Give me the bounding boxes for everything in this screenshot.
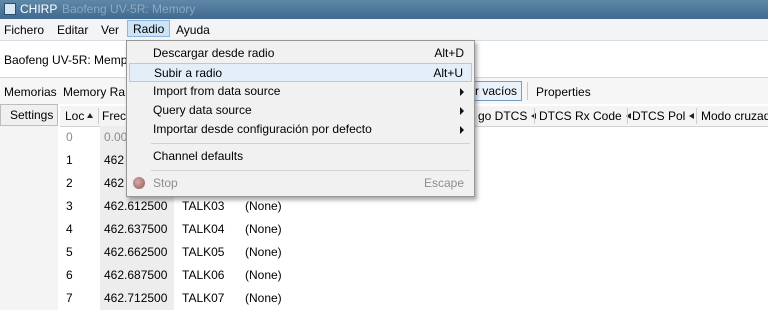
menu-item-label: Subir a radio bbox=[154, 66, 223, 80]
col-dtcs-rx-code[interactable]: DTCS Rx Code bbox=[539, 109, 631, 123]
menu-separator bbox=[151, 170, 470, 171]
menu-item-subir-a-radio[interactable]: Subir a radio Alt+U bbox=[129, 63, 472, 82]
menu-item-shortcut: Escape bbox=[423, 176, 464, 190]
col-loc[interactable]: Loc bbox=[65, 109, 94, 123]
cell-freq[interactable]: 0.00 bbox=[104, 130, 127, 144]
cell-loc: 2 bbox=[66, 176, 73, 190]
cell-loc: 5 bbox=[66, 245, 73, 259]
col-codigo-dtcs[interactable]: go DTCS bbox=[478, 109, 537, 123]
col-modo-cruzado[interactable]: Modo cruzado bbox=[701, 109, 768, 123]
menu-fichero[interactable]: Fichero bbox=[4, 23, 44, 37]
show-empty-button[interactable]: r vacíos bbox=[470, 81, 523, 101]
submenu-arrow-icon bbox=[460, 126, 464, 134]
cell-freq[interactable]: 462 bbox=[104, 153, 124, 167]
table-row[interactable]: 4 462.637500 TALK04 (None) bbox=[60, 218, 768, 241]
cell-tone[interactable]: (None) bbox=[245, 199, 282, 213]
col-codigo-dtcs-label: go DTCS bbox=[478, 109, 528, 123]
col-dtcs-pol-label: DTCS Pol bbox=[632, 109, 686, 123]
col-loc-label: Loc bbox=[65, 109, 85, 123]
stop-icon bbox=[133, 177, 145, 189]
cell-tone[interactable]: (None) bbox=[245, 268, 282, 282]
column-divider[interactable] bbox=[98, 108, 99, 124]
cell-tone[interactable]: (None) bbox=[245, 245, 282, 259]
cell-loc: 1 bbox=[66, 153, 73, 167]
column-divider[interactable] bbox=[627, 108, 628, 124]
menu-item-import-from-data-source[interactable]: Import from data source bbox=[129, 82, 472, 101]
menu-radio[interactable]: Radio bbox=[127, 20, 171, 37]
settings-tab[interactable]: Settings bbox=[0, 104, 58, 126]
left-panel bbox=[0, 126, 58, 310]
window-title: CHIRP bbox=[20, 2, 58, 16]
cell-loc: 7 bbox=[66, 291, 73, 305]
sort-asc-icon bbox=[87, 113, 94, 118]
table-row[interactable]: 6 462.687500 TALK06 (None) bbox=[60, 264, 768, 287]
properties-button[interactable]: Properties bbox=[536, 85, 591, 99]
cell-name[interactable]: TALK04 bbox=[182, 222, 224, 236]
menu-item-importar-configuracion[interactable]: Importar desde configuración por defecto bbox=[129, 120, 472, 139]
column-divider[interactable] bbox=[696, 108, 697, 124]
app-icon bbox=[4, 3, 16, 15]
cell-loc: 4 bbox=[66, 222, 73, 236]
menu-item-label: Query data source bbox=[153, 103, 252, 117]
cell-freq[interactable]: 462.712500 bbox=[104, 291, 167, 305]
menu-item-label: Import from data source bbox=[153, 84, 281, 98]
col-freq[interactable]: Frec bbox=[102, 109, 126, 123]
tab-memorias[interactable]: Memorias bbox=[4, 85, 57, 99]
memory-range-label: Memory Ra bbox=[63, 85, 126, 99]
menu-item-stop: Stop Escape bbox=[129, 174, 472, 193]
col-dtcs-pol[interactable]: DTCS Pol bbox=[632, 109, 695, 123]
menu-item-label: Channel defaults bbox=[153, 149, 244, 163]
menu-item-shortcut: Alt+U bbox=[433, 66, 463, 80]
menu-editar[interactable]: Editar bbox=[57, 23, 88, 37]
menu-separator bbox=[151, 143, 470, 144]
menu-item-label: Stop bbox=[153, 176, 178, 190]
menu-item-shortcut: Alt+D bbox=[434, 46, 464, 60]
title-bar: CHIRP Baofeng UV-5R: Memory bbox=[0, 0, 768, 19]
cell-tone[interactable]: (None) bbox=[245, 291, 282, 305]
toolbar-separator bbox=[527, 82, 528, 100]
cell-loc: 0 bbox=[66, 130, 73, 144]
column-divider[interactable] bbox=[534, 108, 535, 124]
table-row[interactable]: 7 462.712500 TALK07 (None) bbox=[60, 287, 768, 310]
menu-item-label: Importar desde configuración por defecto bbox=[153, 122, 372, 136]
menu-item-label: Descargar desde radio bbox=[153, 46, 275, 60]
cell-name[interactable]: TALK05 bbox=[182, 245, 224, 259]
menu-item-descargar-desde-radio[interactable]: Descargar desde radio Alt+D bbox=[129, 44, 472, 63]
cell-tone[interactable]: (None) bbox=[245, 222, 282, 236]
cell-freq[interactable]: 462.612500 bbox=[104, 199, 167, 213]
cell-freq[interactable]: 462.662500 bbox=[104, 245, 167, 259]
menu-ver[interactable]: Ver bbox=[101, 23, 119, 37]
cell-loc: 3 bbox=[66, 199, 73, 213]
col-dtcs-rx-label: DTCS Rx Code bbox=[539, 109, 622, 123]
cell-name[interactable]: TALK03 bbox=[182, 199, 224, 213]
column-arrow-icon bbox=[689, 113, 695, 119]
cell-loc: 6 bbox=[66, 268, 73, 282]
cell-freq[interactable]: 462.637500 bbox=[104, 222, 167, 236]
radio-dropdown-menu: Descargar desde radio Alt+D Subir a radi… bbox=[126, 40, 475, 197]
cell-name[interactable]: TALK07 bbox=[182, 291, 224, 305]
submenu-arrow-icon bbox=[460, 88, 464, 96]
cell-freq[interactable]: 462.687500 bbox=[104, 268, 167, 282]
table-row[interactable]: 5 462.662500 TALK05 (None) bbox=[60, 241, 768, 264]
cell-freq[interactable]: 462 bbox=[104, 176, 124, 190]
menu-item-query-data-source[interactable]: Query data source bbox=[129, 101, 472, 120]
menu-bar: Fichero Editar Ver Radio Ayuda bbox=[0, 19, 768, 41]
radio-file-tab[interactable]: Baofeng UV-5R: Memp bbox=[4, 53, 127, 67]
table-row[interactable]: 3 462.612500 TALK03 (None) bbox=[60, 195, 768, 218]
submenu-arrow-icon bbox=[460, 107, 464, 115]
window-title-extra: Baofeng UV-5R: Memory bbox=[62, 2, 196, 16]
menu-item-channel-defaults[interactable]: Channel defaults bbox=[129, 147, 472, 166]
cell-name[interactable]: TALK06 bbox=[182, 268, 224, 282]
menu-ayuda[interactable]: Ayuda bbox=[176, 23, 210, 37]
